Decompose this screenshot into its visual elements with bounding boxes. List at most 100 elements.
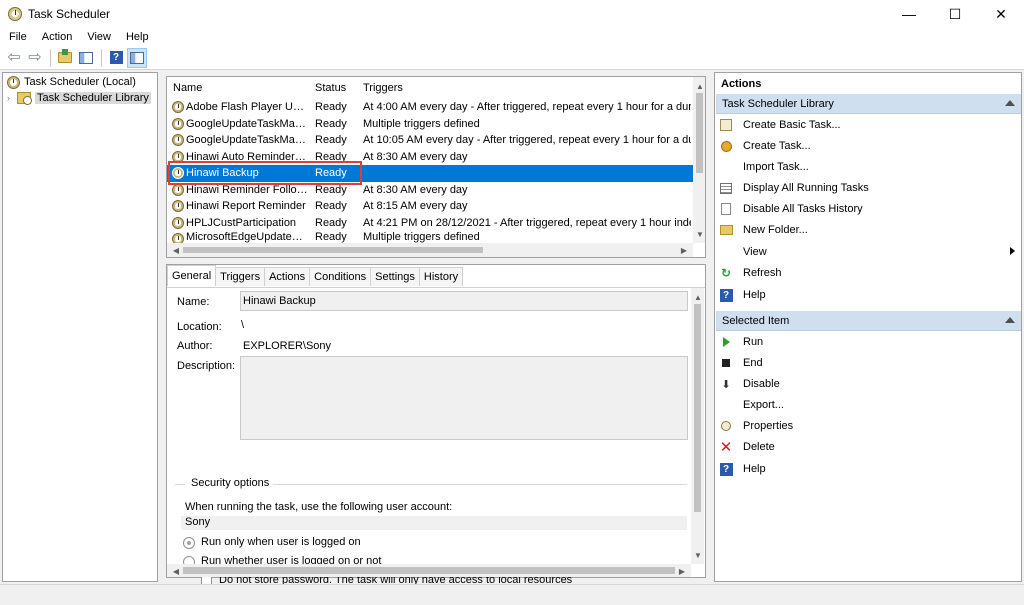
task-row[interactable]: HPLJCustParticipation Ready At 4:21 PM o… (167, 215, 693, 232)
collapse-caret-icon[interactable] (1005, 100, 1015, 106)
scroll-thumb[interactable] (183, 247, 483, 253)
action-label: Export... (743, 399, 784, 411)
action-view[interactable]: View (719, 243, 1019, 261)
action-create-task[interactable]: Create Task... (719, 137, 1019, 155)
description-field[interactable] (240, 356, 688, 440)
action-label: Delete (743, 441, 775, 453)
tree-item-library[interactable]: › Task Scheduler Library (7, 90, 151, 106)
name-field[interactable]: Hinawi Backup (240, 291, 688, 311)
menu-view[interactable]: View (78, 31, 117, 43)
task-name: Adobe Flash Player Upda... (186, 101, 308, 114)
scroll-left-icon[interactable]: ◀ (169, 564, 183, 578)
scroll-right-icon[interactable]: ▶ (677, 243, 691, 257)
task-list-horizontal-scrollbar[interactable]: ◀ ▶ (167, 243, 693, 257)
action-label: Import Task... (743, 161, 809, 173)
column-header-name[interactable]: Name (173, 82, 202, 94)
up-folder-icon (58, 49, 72, 63)
menu-file[interactable]: File (0, 31, 33, 43)
task-row[interactable]: MicrosoftEdgeUpdateTas... Ready Multiple… (167, 231, 693, 243)
task-row[interactable]: Adobe Flash Player Upda... Ready At 4:00… (167, 99, 693, 116)
help-toolbar-button[interactable]: ? (106, 48, 126, 68)
task-clock-icon (172, 200, 184, 212)
action-display-running-tasks[interactable]: Display All Running Tasks (719, 179, 1019, 197)
action-disable[interactable]: ⬇ Disable (719, 375, 1019, 393)
task-status: Ready (315, 200, 347, 213)
show-action-pane-button[interactable] (127, 47, 147, 68)
tab-triggers[interactable]: Triggers (215, 267, 266, 286)
task-row[interactable]: Hinawi Auto Reminder t... Ready At 8:30 … (167, 149, 693, 166)
section-selected-item[interactable]: Selected Item (716, 311, 1021, 331)
details-horizontal-scrollbar[interactable]: ◀ ▶ (167, 564, 691, 577)
menu-help[interactable]: Help (117, 31, 155, 43)
security-options-title: Security options (185, 477, 274, 489)
action-refresh[interactable]: ↻ Refresh (719, 264, 1019, 282)
tab-general[interactable]: General (167, 265, 217, 286)
maximize-button[interactable]: ☐ (932, 0, 978, 28)
details-vertical-scrollbar[interactable]: ▲ ▼ (691, 288, 704, 564)
task-row[interactable]: GoogleUpdateTaskMachi... Ready Multiple … (167, 116, 693, 133)
scroll-down-icon[interactable]: ▼ (693, 227, 705, 241)
end-icon (722, 359, 730, 367)
tab-settings[interactable]: Settings (370, 267, 420, 286)
collapse-caret-icon[interactable] (1005, 317, 1015, 323)
task-list: Name Status Triggers Adobe Flash Player … (166, 76, 706, 258)
tab-actions[interactable]: Actions (264, 267, 311, 286)
action-create-basic-task[interactable]: Create Basic Task... (719, 116, 1019, 134)
general-tab-body: Name: Hinawi Backup Location: \ Author: … (167, 287, 705, 586)
action-run[interactable]: Run (719, 333, 1019, 351)
task-row[interactable]: GoogleUpdateTaskMachi... Ready At 10:05 … (167, 132, 693, 149)
back-button[interactable]: ⇦ (4, 48, 24, 68)
action-import-task[interactable]: Import Task... (719, 158, 1019, 176)
column-header-status[interactable]: Status (315, 82, 346, 94)
action-label: New Folder... (743, 224, 808, 236)
tab-conditions[interactable]: Conditions (309, 267, 372, 286)
expand-chevron-icon[interactable]: › (7, 93, 17, 103)
task-name: Hinawi Report Reminder (186, 200, 306, 213)
task-clock-icon (172, 134, 184, 146)
task-row[interactable]: Hinawi Reminder Follow... Ready At 8:30 … (167, 182, 693, 199)
task-triggers: At 10:05 AM every day - After triggered,… (363, 134, 691, 147)
up-folder-button[interactable] (55, 48, 75, 68)
action-help-selected[interactable]: ? Help (719, 460, 1019, 478)
task-status: Ready (315, 117, 347, 130)
radio-logged-on[interactable] (183, 537, 195, 549)
task-row-selected[interactable]: Hinawi Backup Ready (167, 165, 693, 182)
column-header-triggers[interactable]: Triggers (363, 82, 403, 94)
action-label: End (743, 357, 763, 369)
action-label: Help (743, 463, 766, 475)
task-list-vertical-scrollbar[interactable]: ▲ ▼ (693, 77, 705, 243)
tree-item-root[interactable]: Task Scheduler (Local) (7, 74, 136, 90)
scroll-down-icon[interactable]: ▼ (691, 548, 705, 562)
task-triggers: Multiple triggers defined (363, 231, 480, 243)
scroll-thumb[interactable] (183, 567, 675, 574)
action-help[interactable]: ? Help (719, 286, 1019, 304)
close-button[interactable]: ✕ (978, 0, 1024, 28)
scroll-up-icon[interactable]: ▲ (693, 79, 705, 93)
action-delete[interactable]: ✕ Delete (719, 438, 1019, 456)
action-end[interactable]: End (719, 354, 1019, 372)
show-hide-tree-button[interactable] (76, 48, 96, 68)
menu-action[interactable]: Action (33, 31, 79, 43)
scroll-right-icon[interactable]: ▶ (675, 564, 689, 578)
task-clock-icon (172, 167, 184, 179)
action-properties[interactable]: Properties (719, 417, 1019, 435)
scroll-up-icon[interactable]: ▲ (691, 290, 705, 304)
action-disable-history[interactable]: Disable All Tasks History (719, 200, 1019, 218)
scroll-thumb[interactable] (696, 93, 703, 173)
actions-pane: Actions Task Scheduler Library Create Ba… (714, 72, 1022, 582)
delete-x-icon: ✕ (719, 439, 733, 456)
forward-button[interactable]: ⇨ (25, 48, 45, 68)
action-label: View (743, 246, 767, 258)
window-title: Task Scheduler (28, 7, 111, 21)
export-icon (719, 398, 733, 412)
task-triggers: Multiple triggers defined (363, 117, 480, 130)
task-row[interactable]: Hinawi Report Reminder Ready At 8:15 AM … (167, 198, 693, 215)
task-name: Hinawi Backup (186, 167, 259, 180)
action-export[interactable]: Export... (719, 396, 1019, 414)
section-task-scheduler-library[interactable]: Task Scheduler Library (716, 94, 1021, 114)
tab-history[interactable]: History (418, 267, 464, 286)
scroll-thumb[interactable] (694, 304, 701, 512)
scroll-left-icon[interactable]: ◀ (169, 243, 183, 257)
action-new-folder[interactable]: New Folder... (719, 221, 1019, 239)
minimize-button[interactable]: — (886, 0, 932, 28)
